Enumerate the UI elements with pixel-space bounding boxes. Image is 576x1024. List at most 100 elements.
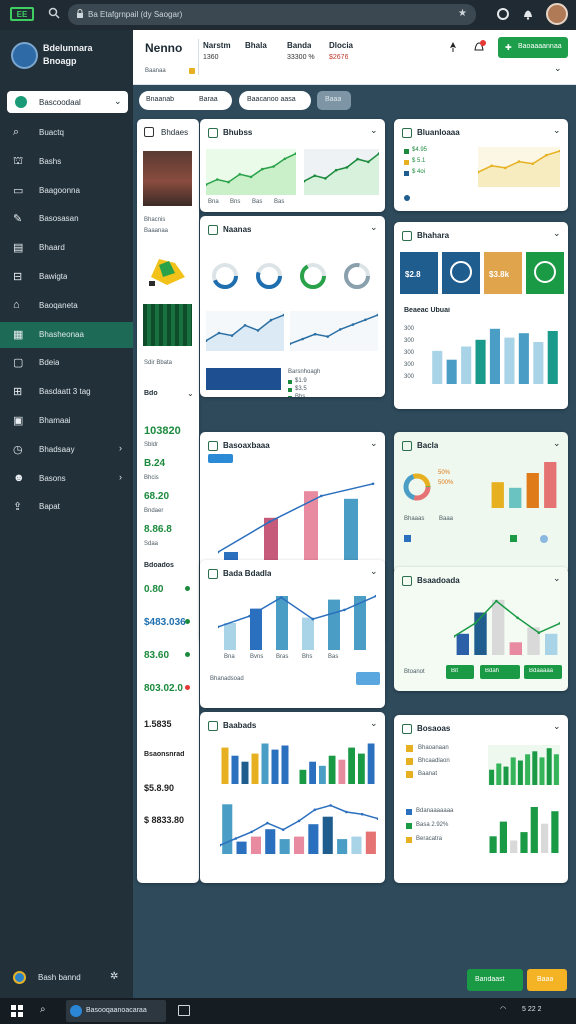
sidebar-item-label: Bhamaai — [39, 416, 71, 425]
sidebar-item[interactable]: ▣ Bhamaai — [0, 408, 133, 434]
star-icon[interactable]: ★ — [458, 9, 468, 19]
workspace-dropdown[interactable]: Bascoodaal ⌄ — [7, 91, 128, 113]
sidebar-item[interactable]: ▦ Bhasheonaa — [0, 321, 133, 348]
sidebar-item[interactable]: ◷ Bhadsaay › — [0, 437, 133, 463]
taskbar-search-icon[interactable]: ⌕ — [40, 1004, 46, 1015]
sidebar-item[interactable]: ⌕ Buactq — [0, 120, 133, 146]
page-icon: ▦ — [13, 328, 24, 341]
stat-tile[interactable]: $2.8 — [400, 252, 438, 294]
data-point — [364, 318, 367, 322]
data-point — [243, 324, 247, 327]
sidebar-item[interactable]: ▤ Bhaard — [0, 235, 133, 261]
card-chevron-icon[interactable]: ⌄ — [370, 566, 378, 577]
sidebar-item[interactable]: ⌂ Baoqaneta — [0, 293, 133, 319]
stat-tile-value: $2.8 — [405, 270, 421, 279]
bar — [553, 754, 559, 785]
page-title: Nenno — [145, 41, 183, 55]
sidebar-item[interactable]: ▢ Bdeia — [0, 350, 133, 376]
data-point — [249, 175, 253, 179]
data-point — [313, 332, 317, 336]
card-chevron-icon[interactable]: ⌄ — [553, 438, 561, 449]
filter-chip-3[interactable]: Baacanoo aasa — [239, 91, 311, 110]
search-icon[interactable] — [48, 7, 60, 19]
legend-dot — [404, 195, 410, 201]
green-button[interactable]: Bit — [446, 665, 474, 679]
header-stat-label: Narstm — [203, 41, 231, 50]
legend-dot — [404, 149, 409, 154]
data-point — [279, 596, 283, 599]
world-map — [206, 368, 281, 390]
submit-button[interactable]: Bandaast — [467, 969, 523, 991]
windows-start-icon[interactable] — [11, 1005, 23, 1017]
stat-tile[interactable]: $3.8k — [484, 252, 522, 294]
sidebar-item[interactable]: ✎ Basosasan — [0, 206, 133, 232]
main-content: Bnaanab Baraa Baacanoo aasa Baaa Bhdaes … — [133, 85, 576, 998]
header-chevron-icon[interactable]: ⌄ — [554, 63, 562, 74]
filter-chip-1[interactable]: Bnaanab Baraa — [139, 91, 232, 110]
legend-dot — [406, 771, 413, 778]
note-icon: ✎ — [13, 213, 23, 226]
card-bars-multi: Baabads ⌄ — [200, 712, 385, 883]
primary-action-button[interactable]: ✚ Baoaaaannaa — [498, 37, 568, 58]
chevron-right-icon: › — [119, 471, 122, 482]
stat-tile-value: $3.8k — [489, 270, 510, 279]
users-icon: ☻ — [13, 471, 25, 484]
stat-tile[interactable] — [526, 252, 564, 294]
avatar[interactable] — [546, 3, 568, 25]
bar-chart-2-svg — [218, 594, 376, 650]
taskbar-app[interactable]: Basooqaanoacaraa — [66, 1000, 166, 1022]
filter-chip-4[interactable]: Baaa — [317, 91, 351, 110]
gauge-ring — [298, 261, 328, 291]
card-chevron-icon[interactable]: ⌄ — [370, 718, 378, 729]
card-chevron-icon[interactable]: ⌄ — [370, 125, 378, 136]
notification-icon[interactable] — [472, 40, 486, 54]
rocket-icon[interactable] — [447, 41, 459, 53]
sidebar-item[interactable]: ⊞ Basdaatt 3 tag — [0, 379, 133, 405]
data-point — [320, 494, 323, 498]
sidebar-item[interactable]: ⛫ Bashs — [0, 149, 133, 175]
bar — [308, 824, 319, 854]
settings-gear-icon[interactable]: ✲ — [110, 971, 118, 982]
legend-label: Beracatra — [416, 836, 443, 842]
small-button[interactable] — [356, 672, 380, 685]
bar — [322, 816, 333, 854]
data-point — [343, 608, 346, 612]
card-chevron-icon[interactable]: ⌄ — [553, 721, 561, 732]
legend-label: Bhaaas — [404, 516, 425, 522]
card-chevron-icon[interactable]: ⌄ — [370, 438, 378, 449]
area-fill — [478, 151, 560, 187]
window-icon: ▭ — [13, 184, 24, 197]
app-logo: EE — [10, 7, 34, 21]
data-point — [227, 180, 230, 184]
file-explorer-icon[interactable] — [178, 1005, 190, 1016]
bar — [518, 333, 529, 384]
kpi-value: 83.60 — [144, 650, 170, 661]
refresh-icon[interactable] — [497, 8, 509, 20]
green-button[interactable]: Bdaaaaa — [524, 665, 562, 679]
secondary-button[interactable]: Baaa — [527, 969, 567, 991]
wifi-icon[interactable]: ◠ — [500, 1005, 506, 1013]
bar-chart-3 — [454, 595, 560, 655]
sidebar-item-label: Bapat — [39, 502, 60, 512]
green-button[interactable]: Bdah — [480, 665, 520, 679]
card-title: Bluanloaaa — [417, 128, 460, 137]
card-chevron-icon[interactable]: ⌄ — [553, 573, 561, 584]
card-chevron-icon[interactable]: ⌄ — [370, 222, 378, 233]
trend-dot — [185, 685, 190, 690]
stat-tile[interactable] — [442, 252, 480, 294]
user-avatar[interactable] — [13, 971, 26, 984]
left-panel-title: Bhdaes — [161, 128, 189, 137]
bar — [432, 350, 443, 384]
card-chevron-icon[interactable]: ⌄ — [553, 228, 561, 239]
sidebar-item[interactable]: ⇪ Bapat — [0, 494, 133, 520]
bar — [348, 747, 355, 784]
bar — [241, 761, 249, 784]
sidebar-item[interactable]: ☻ Basons › — [0, 466, 133, 492]
filter-chip-1-label: Bnaanab — [146, 96, 175, 103]
address-bar[interactable]: Ba Etafgrnpail (dy Saogar) ★ — [68, 4, 476, 25]
sidebar-item[interactable]: ⊟ Bawigta — [0, 264, 133, 290]
metrics-chevron-icon[interactable]: ⌄ — [187, 389, 194, 398]
bell-icon[interactable] — [522, 8, 534, 20]
sidebar-item[interactable]: ▭ Baagoonna — [0, 178, 133, 204]
card-chevron-icon[interactable]: ⌄ — [553, 125, 561, 136]
